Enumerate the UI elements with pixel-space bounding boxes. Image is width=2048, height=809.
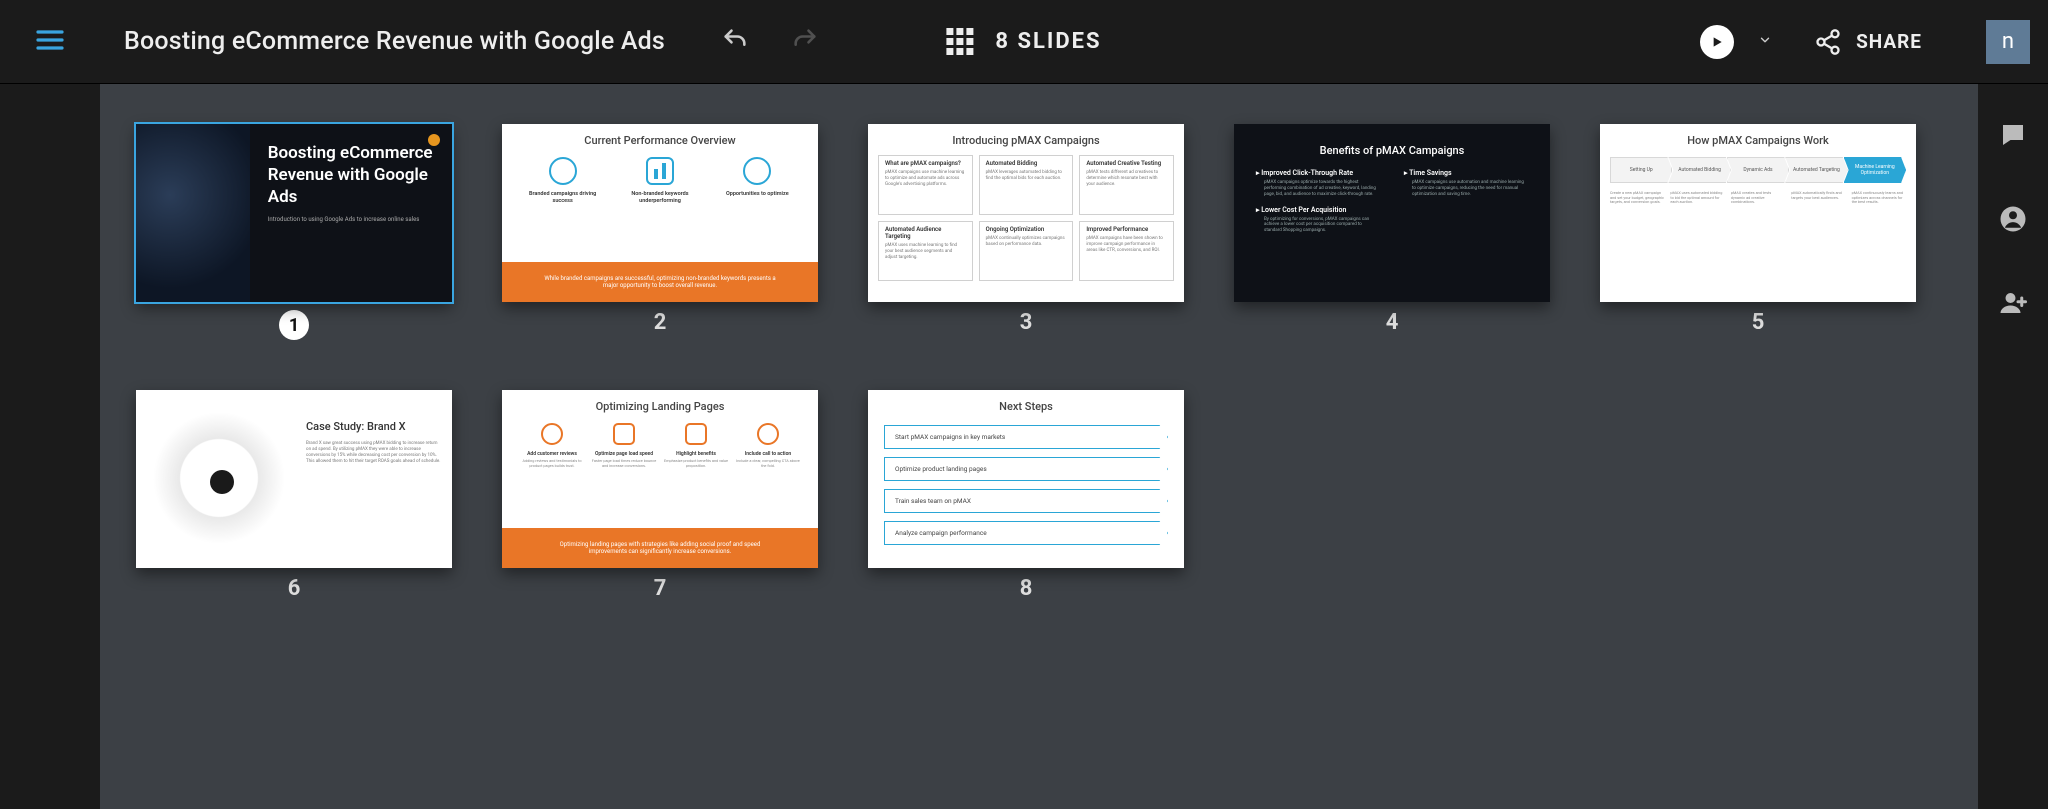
hamburger-icon	[34, 24, 66, 56]
slide-grid-button[interactable]	[946, 28, 973, 55]
menu-button[interactable]	[34, 24, 66, 60]
redo-button[interactable]	[791, 26, 819, 58]
slide-thumbnail[interactable]: Introducing pMAX CampaignsWhat are pMAX …	[868, 124, 1184, 302]
present-options-dropdown[interactable]	[1758, 32, 1772, 51]
slide-grid-view: Boosting eCommerce Revenue with Google A…	[100, 84, 1978, 809]
slide-thumbnail[interactable]: Case Study: Brand XBrand X saw great suc…	[136, 390, 452, 568]
slide-cell: Benefits of pMAX CampaignsImproved Click…	[1234, 124, 1550, 340]
slide-number: 3	[1020, 310, 1033, 335]
add-collaborator-button[interactable]	[1998, 288, 2028, 322]
share-icon	[1814, 28, 1842, 56]
undo-button[interactable]	[721, 26, 749, 58]
slide-title: How pMAX Campaigns Work	[1600, 124, 1916, 151]
slide-count-label: 8 SLIDES	[995, 29, 1101, 54]
redo-icon	[791, 26, 819, 54]
slide-title: Introducing pMAX Campaigns	[868, 124, 1184, 151]
person-add-icon	[1998, 288, 2028, 318]
left-rail	[0, 84, 100, 809]
user-avatar[interactable]: n	[1986, 20, 2030, 64]
share-label: SHARE	[1856, 30, 1922, 53]
slide-cell: Next StepsStart pMAX campaigns in key ma…	[868, 390, 1184, 601]
slide-thumbnail[interactable]: Current Performance OverviewBranded camp…	[502, 124, 818, 302]
right-rail	[1978, 84, 2048, 809]
slide-cell: Case Study: Brand XBrand X saw great suc…	[136, 390, 452, 601]
comments-button[interactable]	[1998, 120, 2028, 154]
slide-cell: Optimizing Landing PagesAdd customer rev…	[502, 390, 818, 601]
slide-thumbnail[interactable]: Optimizing Landing PagesAdd customer rev…	[502, 390, 818, 568]
comment-icon	[1998, 120, 2028, 150]
presentation-title[interactable]: Boosting eCommerce Revenue with Google A…	[124, 27, 665, 56]
slide-title: Case Study: Brand X	[306, 420, 442, 433]
slide-number: 1	[279, 310, 309, 340]
slide-thumbnail[interactable]: Boosting eCommerce Revenue with Google A…	[136, 124, 452, 302]
undo-icon	[721, 26, 749, 54]
slide-number: 5	[1752, 310, 1765, 335]
slide-thumbnail[interactable]: Next StepsStart pMAX campaigns in key ma…	[868, 390, 1184, 568]
slide-title: Optimizing Landing Pages	[502, 390, 818, 417]
slide-number: 6	[288, 576, 301, 601]
slide-title: Next Steps	[868, 390, 1184, 417]
slide-thumbnail[interactable]: How pMAX Campaigns WorkSetting UpAutomat…	[1600, 124, 1916, 302]
play-icon	[1709, 34, 1725, 50]
slide-cell: How pMAX Campaigns WorkSetting UpAutomat…	[1600, 124, 1916, 340]
person-icon	[1998, 204, 2028, 234]
slide-cell: Boosting eCommerce Revenue with Google A…	[136, 124, 452, 340]
slide-title: Benefits of pMAX Campaigns	[1256, 134, 1528, 161]
slide-number: 8	[1020, 576, 1033, 601]
top-bar: Boosting eCommerce Revenue with Google A…	[0, 0, 2048, 84]
slide-title: Current Performance Overview	[502, 124, 818, 151]
profile-button[interactable]	[1998, 204, 2028, 238]
slide-number: 4	[1386, 310, 1399, 335]
slide-number: 2	[654, 310, 667, 335]
slide-footer: While branded campaigns are successful, …	[502, 262, 818, 302]
share-button[interactable]: SHARE	[1814, 28, 1922, 56]
slide-footer: Optimizing landing pages with strategies…	[502, 528, 818, 568]
slide-title: Boosting eCommerce Revenue with Google A…	[268, 142, 434, 208]
slide-cell: Current Performance OverviewBranded camp…	[502, 124, 818, 340]
slide-number: 7	[654, 576, 667, 601]
slide-cell: Introducing pMAX CampaignsWhat are pMAX …	[868, 124, 1184, 340]
chevron-down-icon	[1758, 33, 1772, 47]
slide-thumbnail[interactable]: Benefits of pMAX CampaignsImproved Click…	[1234, 124, 1550, 302]
slide-subtitle: Introduction to using Google Ads to incr…	[268, 216, 434, 223]
present-button[interactable]	[1700, 25, 1734, 59]
